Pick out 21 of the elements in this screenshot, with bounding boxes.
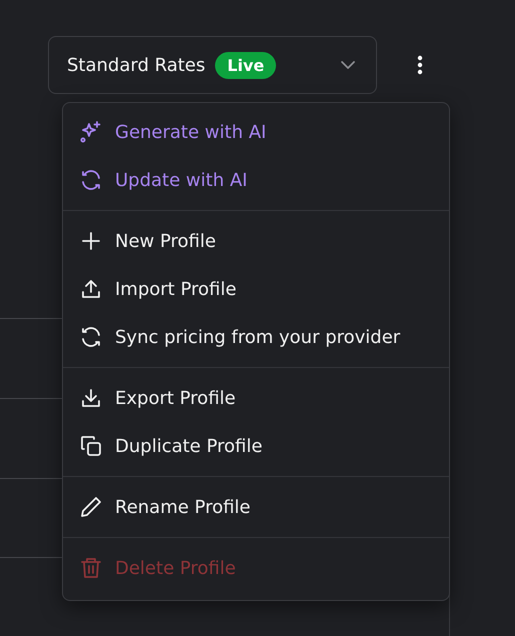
plus-icon bbox=[79, 229, 103, 253]
menu-item[interactable]: New Profile bbox=[63, 217, 449, 265]
copy-icon bbox=[79, 434, 103, 458]
refresh-icon bbox=[79, 325, 103, 349]
refresh-icon bbox=[79, 168, 103, 192]
menu-item[interactable]: Duplicate Profile bbox=[63, 422, 449, 470]
menu-item[interactable]: Sync pricing from your provider bbox=[63, 313, 449, 361]
trash-icon bbox=[79, 556, 103, 580]
pencil-icon bbox=[79, 495, 103, 519]
live-badge: Live bbox=[215, 52, 276, 78]
profile-select[interactable]: Standard Rates Live bbox=[48, 36, 377, 94]
menu-item[interactable]: Import Profile bbox=[63, 265, 449, 313]
chevron-down-icon bbox=[340, 60, 356, 70]
sparkle-icon bbox=[79, 120, 103, 144]
download-icon bbox=[79, 386, 103, 410]
menu-item[interactable]: Generate with AI bbox=[63, 108, 449, 156]
upload-icon bbox=[79, 277, 103, 301]
menu-item[interactable]: Rename Profile bbox=[63, 483, 449, 531]
menu-item[interactable]: Export Profile bbox=[63, 374, 449, 422]
more-options-icon[interactable] bbox=[417, 55, 423, 75]
menu-item[interactable]: Update with AI bbox=[63, 156, 449, 204]
